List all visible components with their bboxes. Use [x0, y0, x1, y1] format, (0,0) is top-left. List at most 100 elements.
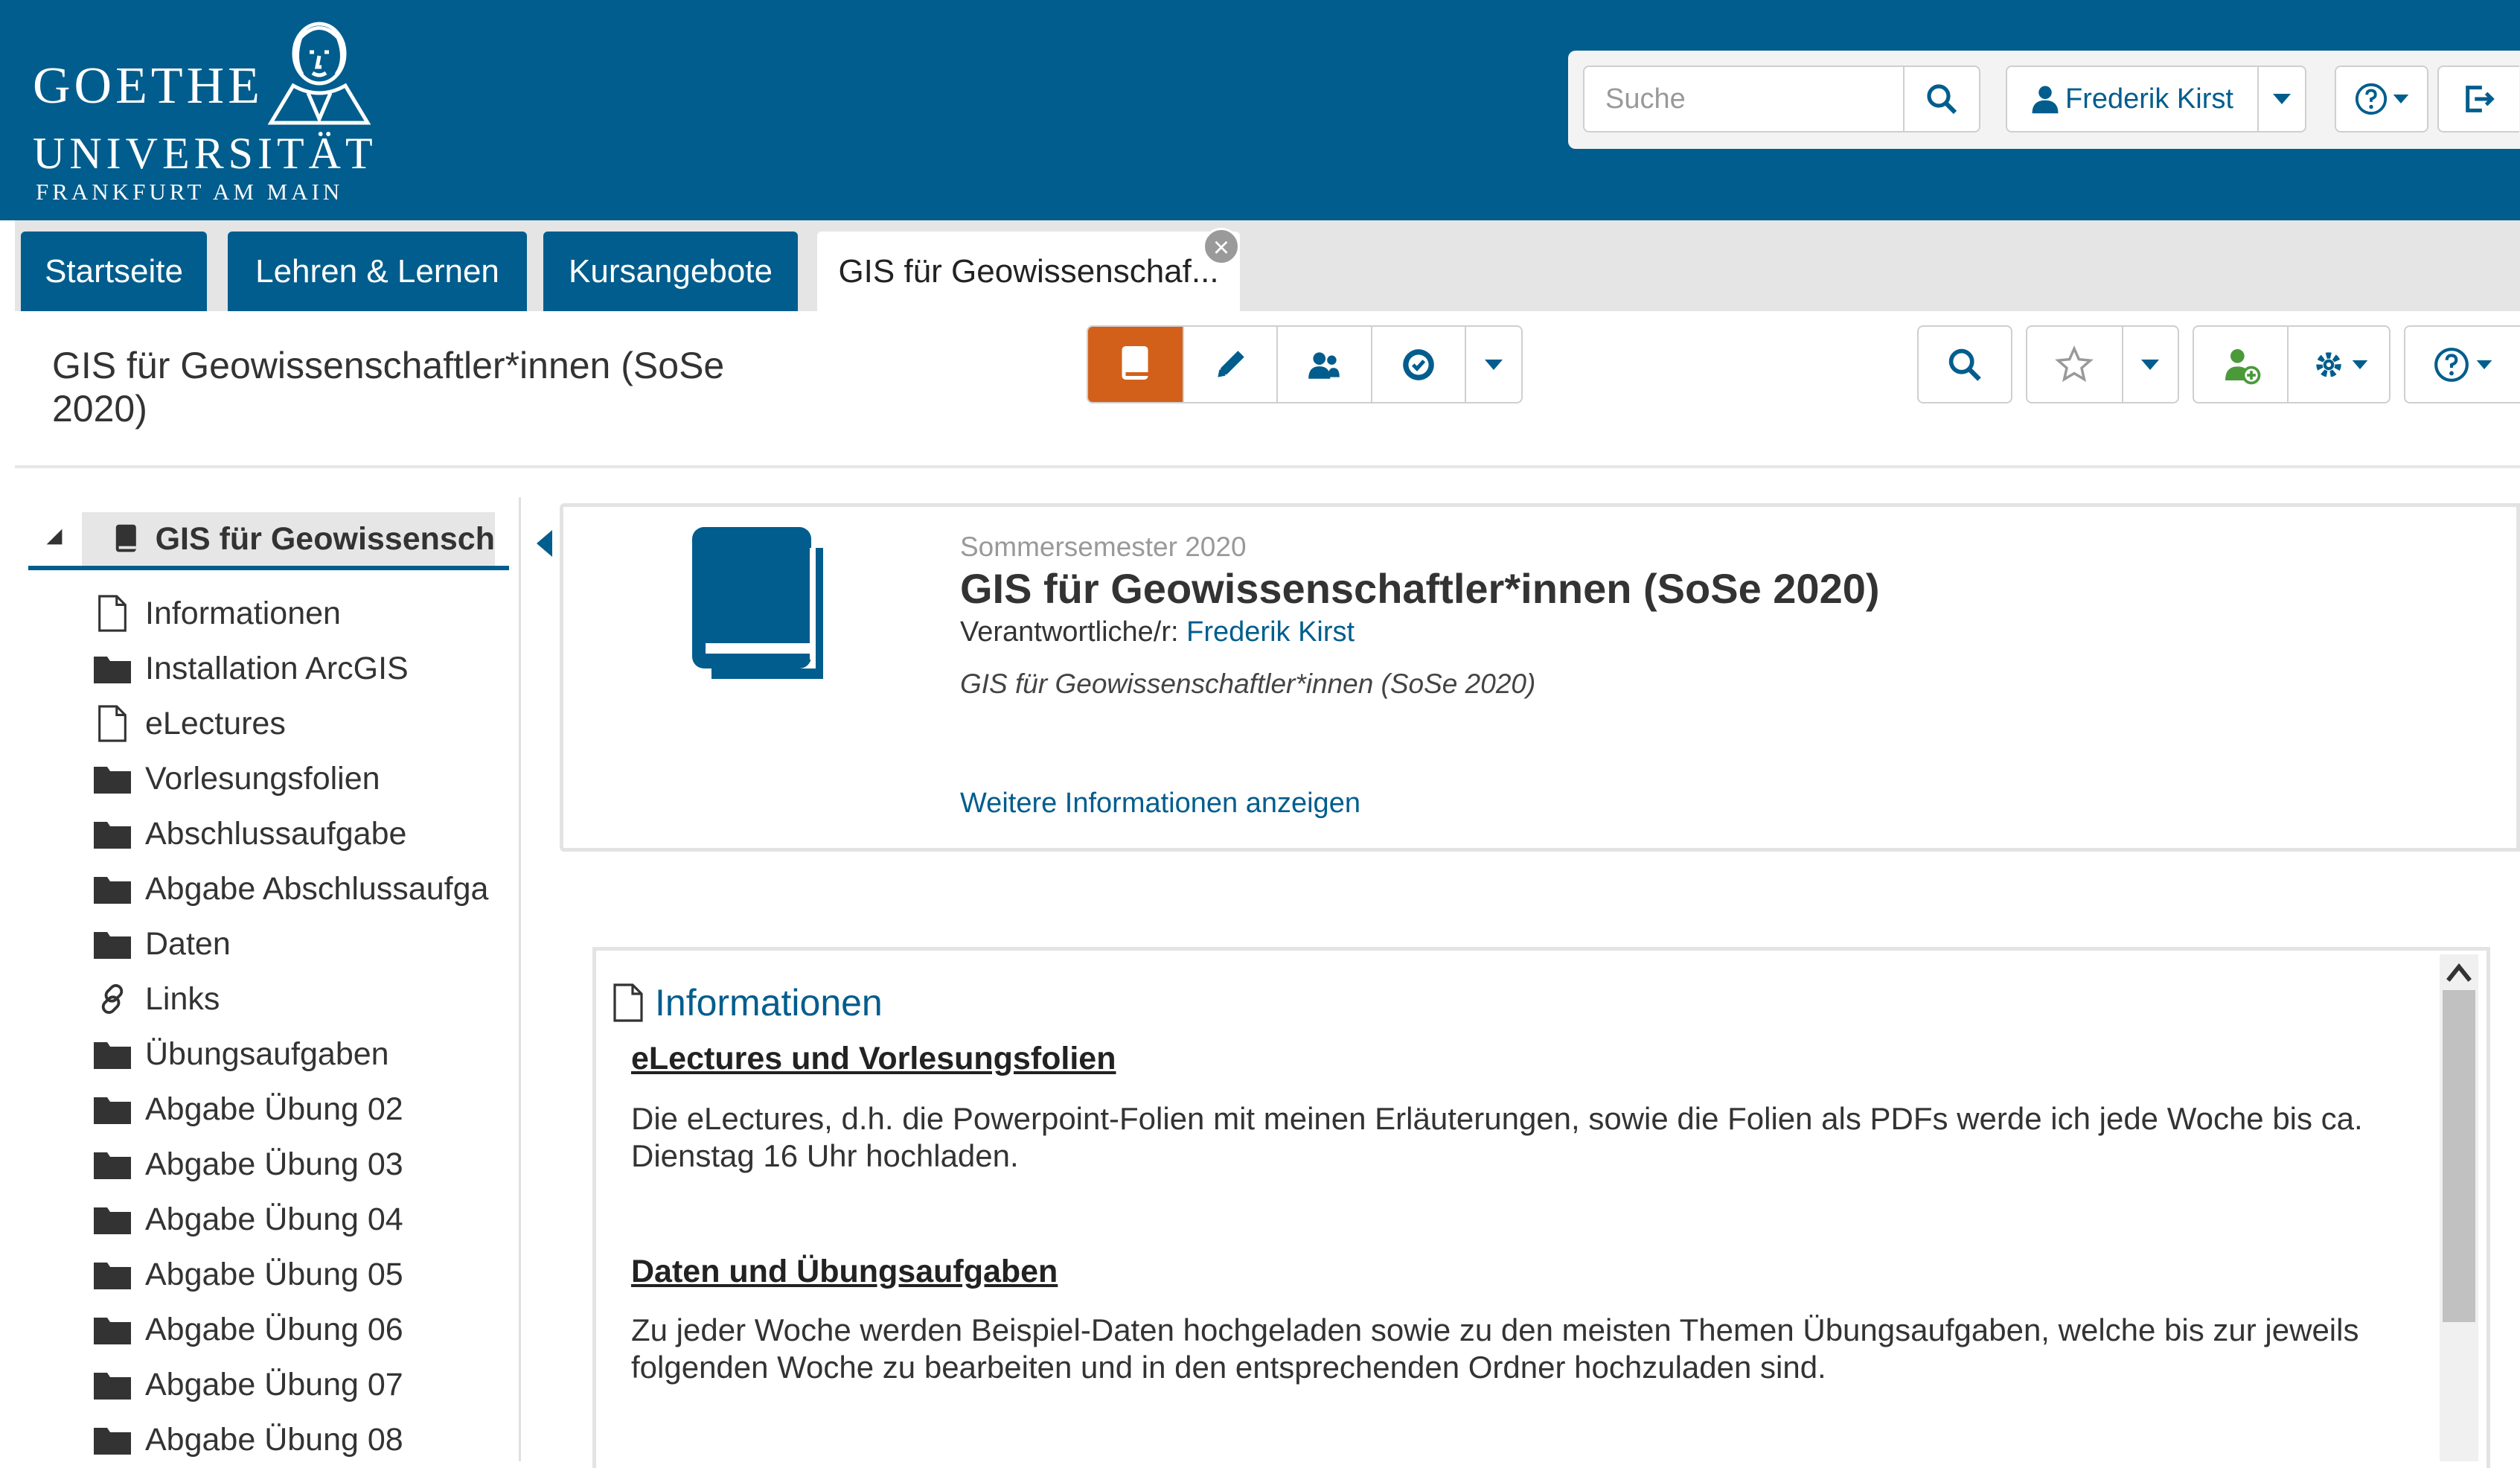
tree-item[interactable]: Installation ArcGIS	[93, 646, 409, 691]
tree-item-label: Abgabe Übung 03	[145, 1146, 403, 1182]
caret-down-icon	[1485, 359, 1503, 370]
tree-item[interactable]: Abgabe Übung 07	[93, 1362, 403, 1407]
tree-item-label: Abgabe Übung 08	[145, 1421, 403, 1458]
tree-item[interactable]: Links	[93, 977, 220, 1021]
folder-icon	[93, 1145, 132, 1184]
folder-icon	[93, 1310, 132, 1349]
tree-item[interactable]: Abgabe Abschlussaufga	[93, 867, 488, 911]
user-add-icon	[2225, 348, 2260, 384]
caret-down-icon	[2476, 360, 2492, 369]
logo-line-frankfurt: FRANKFURT AM MAIN	[36, 179, 344, 205]
page-help-button[interactable]	[2404, 325, 2520, 403]
gear-icon	[2315, 351, 2341, 377]
tree-item[interactable]: Vorlesungsfolien	[93, 756, 380, 801]
tree-item-label: Daten	[145, 925, 231, 962]
header-toolbar: Frederik Kirst	[1568, 51, 2520, 149]
responsible-link[interactable]: Frederik Kirst	[1186, 616, 1355, 648]
course-tree: GIS für Geowissensch Informationen Instal…	[15, 497, 521, 1461]
favorite-button[interactable]	[2027, 327, 2122, 402]
tree-item[interactable]: Abgabe Übung 04	[93, 1197, 403, 1242]
card-title: GIS für Geowissenschaftler*innen (SoSe 2…	[960, 565, 1880, 612]
members-icon	[1308, 351, 1340, 379]
tree-item[interactable]: eLectures	[93, 701, 286, 746]
tree-item[interactable]: Abgabe Übung 05	[93, 1252, 403, 1297]
badge-icon	[1403, 348, 1434, 380]
logo-line-goethe: GOETHE	[33, 57, 263, 115]
tree-item[interactable]: Informationen	[93, 591, 341, 636]
main-tab-bar: Startseite Lehren & Lernen Kursangebote …	[15, 220, 2520, 311]
section-text: Zu jeder Woche werden Beispiel-Daten hoc…	[631, 1312, 2359, 1385]
logout-button[interactable]	[2437, 66, 2519, 133]
close-tab-icon[interactable]: ×	[1203, 228, 1240, 265]
file-icon	[93, 704, 132, 743]
folder-icon	[93, 759, 132, 798]
tree-item-label: Abgabe Abschlussaufga	[145, 870, 489, 907]
tree-item[interactable]: Abgabe Übung 03	[93, 1142, 403, 1187]
user-menu-button[interactable]: Frederik Kirst	[2006, 66, 2259, 133]
tree-item[interactable]: Abgabe Übung 02	[93, 1087, 403, 1132]
section-title: eLectures und Vorlesungsfolien	[631, 1041, 1116, 1076]
help-button[interactable]	[2335, 66, 2428, 133]
tree-item-label: Übungsaufgaben	[145, 1035, 389, 1072]
tree-item-label: Abgabe Übung 02	[145, 1091, 403, 1127]
folder-icon	[93, 649, 132, 688]
view-tab-members[interactable]	[1276, 327, 1371, 402]
content-heading-label: Informationen	[655, 982, 883, 1024]
search-input[interactable]	[1583, 66, 1905, 133]
university-logo[interactable]: GOETHE UNIVERSITÄT FRANKFURT AM MAIN	[33, 15, 373, 205]
tree-item-label: Abgabe Übung 05	[145, 1256, 403, 1292]
tree-root-label: GIS für Geowissensch	[155, 520, 495, 557]
object-search-seg	[1919, 327, 2011, 402]
tree-item-label: Informationen	[145, 595, 341, 631]
collapse-tree-icon[interactable]	[534, 530, 557, 557]
tree-item[interactable]: Abgabe Übung 06	[93, 1307, 403, 1352]
tree-item[interactable]: Daten	[93, 922, 231, 966]
title-separator	[15, 465, 2520, 468]
tree-expand-icon[interactable]	[45, 527, 64, 546]
tree-root-course[interactable]: GIS für Geowissensch	[82, 512, 495, 566]
actions-button-group	[2193, 325, 2391, 403]
favorite-dropdown[interactable]	[2121, 327, 2178, 402]
folder-icon	[93, 1255, 132, 1294]
scroll-up-icon[interactable]	[2443, 957, 2475, 987]
user-menu-dropdown[interactable]	[2257, 66, 2306, 133]
book-icon	[115, 524, 136, 552]
folder-icon	[93, 925, 132, 963]
scrollbar-thumb[interactable]	[2443, 990, 2475, 1322]
page-help-seg	[2405, 327, 2520, 402]
course-info-card	[560, 503, 2520, 852]
view-tab-more[interactable]	[1465, 327, 1521, 402]
folder-icon	[93, 869, 132, 908]
file-icon	[93, 594, 132, 633]
help-icon	[2355, 83, 2388, 115]
star-icon	[2055, 345, 2094, 382]
page-title: GIS für Geowissenschaftler*innen (SoSe 2…	[52, 345, 725, 430]
folder-icon	[93, 1200, 132, 1239]
join-course-button[interactable]	[2194, 327, 2287, 402]
folder-icon	[93, 1420, 132, 1459]
folder-icon	[93, 814, 132, 853]
tab-lehren-lernen[interactable]: Lehren & Lernen	[228, 232, 527, 311]
caret-down-icon	[2273, 94, 2291, 104]
view-tab-edit[interactable]	[1182, 327, 1277, 402]
user-name: Frederik Kirst	[2065, 83, 2233, 115]
tree-item[interactable]: Übungsaufgaben	[93, 1032, 389, 1076]
tab-startseite[interactable]: Startseite	[21, 232, 207, 311]
search-button[interactable]	[1903, 66, 1980, 133]
tree-item-label: Abschlussaufgabe	[145, 815, 407, 852]
object-search-button[interactable]	[1917, 325, 2012, 403]
caret-down-icon	[2393, 95, 2409, 103]
tree-item[interactable]: Abschlussaufgabe	[93, 811, 406, 856]
tab-kursangebote[interactable]: Kursangebote	[543, 232, 798, 311]
view-tab-content[interactable]	[1088, 327, 1183, 402]
tree-item-label: eLectures	[145, 705, 286, 741]
tab-course-active[interactable]: GIS für Geowissenschaf...	[817, 232, 1240, 311]
settings-dropdown-button[interactable]	[2287, 327, 2389, 402]
tree-item-label: Abgabe Übung 07	[145, 1366, 403, 1402]
card-semester: Sommersemester 2020	[960, 532, 1247, 562]
logo-line-universitaet: UNIVERSITÄT	[33, 129, 377, 178]
more-info-link[interactable]: Weitere Informationen anzeigen	[960, 788, 1360, 820]
tree-item[interactable]: Abgabe Übung 08	[93, 1417, 403, 1461]
caret-down-icon	[2352, 360, 2367, 369]
view-tab-learning-progress[interactable]	[1370, 327, 1465, 402]
